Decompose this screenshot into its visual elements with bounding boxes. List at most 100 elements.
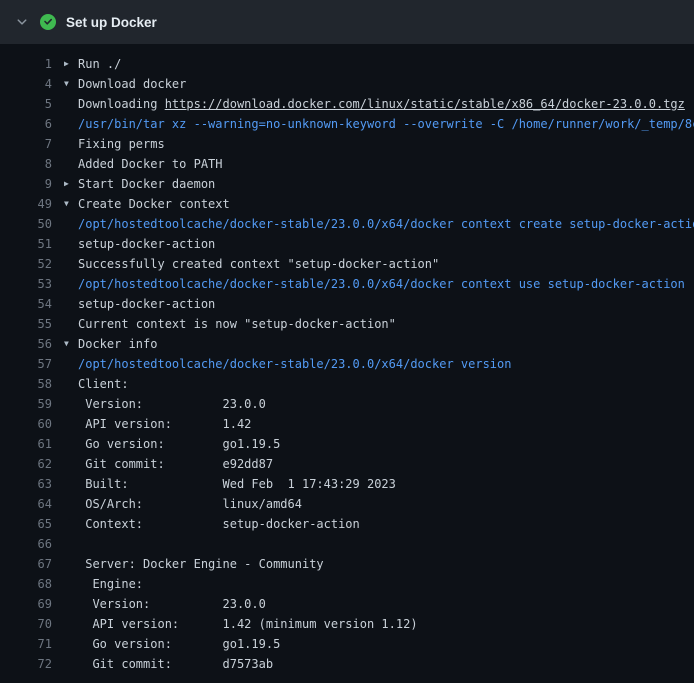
line-number[interactable]: 71: [0, 634, 52, 654]
group-expanded-icon[interactable]: ▼: [64, 334, 78, 354]
line-number[interactable]: 61: [0, 434, 52, 454]
line-number[interactable]: 9: [0, 174, 52, 194]
log-text: Successfully created context "setup-dock…: [78, 254, 439, 274]
line-number[interactable]: 50: [0, 214, 52, 234]
indent-spacer: [64, 574, 78, 594]
line-number[interactable]: 8: [0, 154, 52, 174]
log-line: 54 setup-docker-action: [0, 294, 694, 314]
log-text: API version: 1.42: [78, 414, 251, 434]
log-line: 51 setup-docker-action: [0, 234, 694, 254]
indent-spacer: [64, 634, 78, 654]
log-command-text: /opt/hostedtoolcache/docker-stable/23.0.…: [78, 214, 694, 234]
indent-spacer: [64, 614, 78, 634]
log-line: 7Fixing perms: [0, 134, 694, 154]
log-line: 70 API version: 1.42 (minimum version 1.…: [0, 614, 694, 634]
log-line: 69 Version: 23.0.0: [0, 594, 694, 614]
log-line: 59 Version: 23.0.0: [0, 394, 694, 414]
log-line: 8 Added Docker to PATH: [0, 154, 694, 174]
line-number[interactable]: 4: [0, 74, 52, 94]
line-number[interactable]: 69: [0, 594, 52, 614]
log-line: 61 Go version: go1.19.5: [0, 434, 694, 454]
log-text: Server: Docker Engine - Community: [78, 554, 324, 574]
log-text: Added Docker to PATH: [78, 154, 223, 174]
log-text: Version: 23.0.0: [78, 594, 266, 614]
line-number[interactable]: 58: [0, 374, 52, 394]
indent-spacer: [64, 394, 78, 414]
indent-spacer: [64, 534, 78, 554]
line-number[interactable]: 1: [0, 54, 52, 74]
log-text: setup-docker-action: [78, 234, 215, 254]
step-title: Set up Docker: [66, 15, 157, 30]
log-line: 55 Current context is now "setup-docker-a…: [0, 314, 694, 334]
line-number[interactable]: 49: [0, 194, 52, 214]
line-number[interactable]: 6: [0, 114, 52, 134]
log-command-text: /opt/hostedtoolcache/docker-stable/23.0.…: [78, 354, 511, 374]
log-text[interactable]: Create Docker context: [78, 194, 230, 214]
group-expanded-icon[interactable]: ▼: [64, 74, 78, 94]
line-number[interactable]: 72: [0, 654, 52, 674]
line-number[interactable]: 62: [0, 454, 52, 474]
log-text[interactable]: Start Docker daemon: [78, 174, 215, 194]
group-collapsed-icon[interactable]: ▶: [64, 54, 78, 74]
line-number[interactable]: 7: [0, 134, 52, 154]
indent-spacer: [64, 494, 78, 514]
indent-spacer: [64, 234, 78, 254]
log-text: Go version: go1.19.5: [78, 434, 280, 454]
line-number[interactable]: 59: [0, 394, 52, 414]
log-text[interactable]: Docker info: [78, 334, 157, 354]
indent-spacer: [64, 374, 78, 394]
log-text: setup-docker-action: [78, 294, 215, 314]
log-text: Git commit: d7573ab: [78, 654, 273, 674]
indent-spacer: [64, 514, 78, 534]
indent-spacer: [64, 214, 78, 234]
log-command-text: /opt/hostedtoolcache/docker-stable/23.0.…: [78, 274, 685, 294]
line-number[interactable]: 54: [0, 294, 52, 314]
line-number[interactable]: 67: [0, 554, 52, 574]
line-number[interactable]: 57: [0, 354, 52, 374]
log-text: OS/Arch: linux/amd64: [78, 494, 302, 514]
group-collapsed-icon[interactable]: ▶: [64, 174, 78, 194]
log-text: Client:: [78, 374, 129, 394]
log-line: 1 ▶Run ./: [0, 54, 694, 74]
indent-spacer: [64, 354, 78, 374]
line-number[interactable]: 65: [0, 514, 52, 534]
indent-spacer: [64, 254, 78, 274]
line-number[interactable]: 56: [0, 334, 52, 354]
indent-spacer: [64, 414, 78, 434]
line-number[interactable]: 5: [0, 94, 52, 114]
indent-spacer: [64, 294, 78, 314]
indent-spacer: [64, 654, 78, 674]
line-number[interactable]: 63: [0, 474, 52, 494]
log-line: 50/opt/hostedtoolcache/docker-stable/23.…: [0, 214, 694, 234]
log-text: API version: 1.42 (minimum version 1.12): [78, 614, 418, 634]
line-number[interactable]: 53: [0, 274, 52, 294]
line-number[interactable]: 51: [0, 234, 52, 254]
line-number[interactable]: 70: [0, 614, 52, 634]
line-number[interactable]: 60: [0, 414, 52, 434]
actions-log-page: Set up Docker 1▶Run ./4▼Download docker5…: [0, 0, 694, 683]
indent-spacer: [64, 154, 78, 174]
group-expanded-icon[interactable]: ▼: [64, 194, 78, 214]
line-number[interactable]: 55: [0, 314, 52, 334]
log-text: Downloading https://download.docker.com/…: [78, 94, 685, 114]
step-header[interactable]: Set up Docker: [0, 0, 694, 44]
check-circle-success-icon: [40, 14, 56, 30]
log-text[interactable]: Run ./: [78, 54, 121, 74]
line-number[interactable]: 66: [0, 534, 52, 554]
line-number[interactable]: 64: [0, 494, 52, 514]
log-container: 1▶Run ./4▼Download docker5Downloading ht…: [0, 44, 694, 680]
indent-spacer: [64, 554, 78, 574]
log-text[interactable]: Download docker: [78, 74, 186, 94]
log-text: Current context is now "setup-docker-act…: [78, 314, 396, 334]
log-text: Context: setup-docker-action: [78, 514, 360, 534]
log-line: 52 Successfully created context "setup-do…: [0, 254, 694, 274]
log-line: 60 API version: 1.42: [0, 414, 694, 434]
log-text: Version: 23.0.0: [78, 394, 266, 414]
line-number[interactable]: 52: [0, 254, 52, 274]
line-number[interactable]: 68: [0, 574, 52, 594]
indent-spacer: [64, 274, 78, 294]
chevron-down-icon[interactable]: [14, 14, 30, 30]
log-line: 67 Server: Docker Engine - Community: [0, 554, 694, 574]
log-url-link[interactable]: https://download.docker.com/linux/static…: [165, 97, 685, 111]
log-text: Downloading: [78, 97, 165, 111]
